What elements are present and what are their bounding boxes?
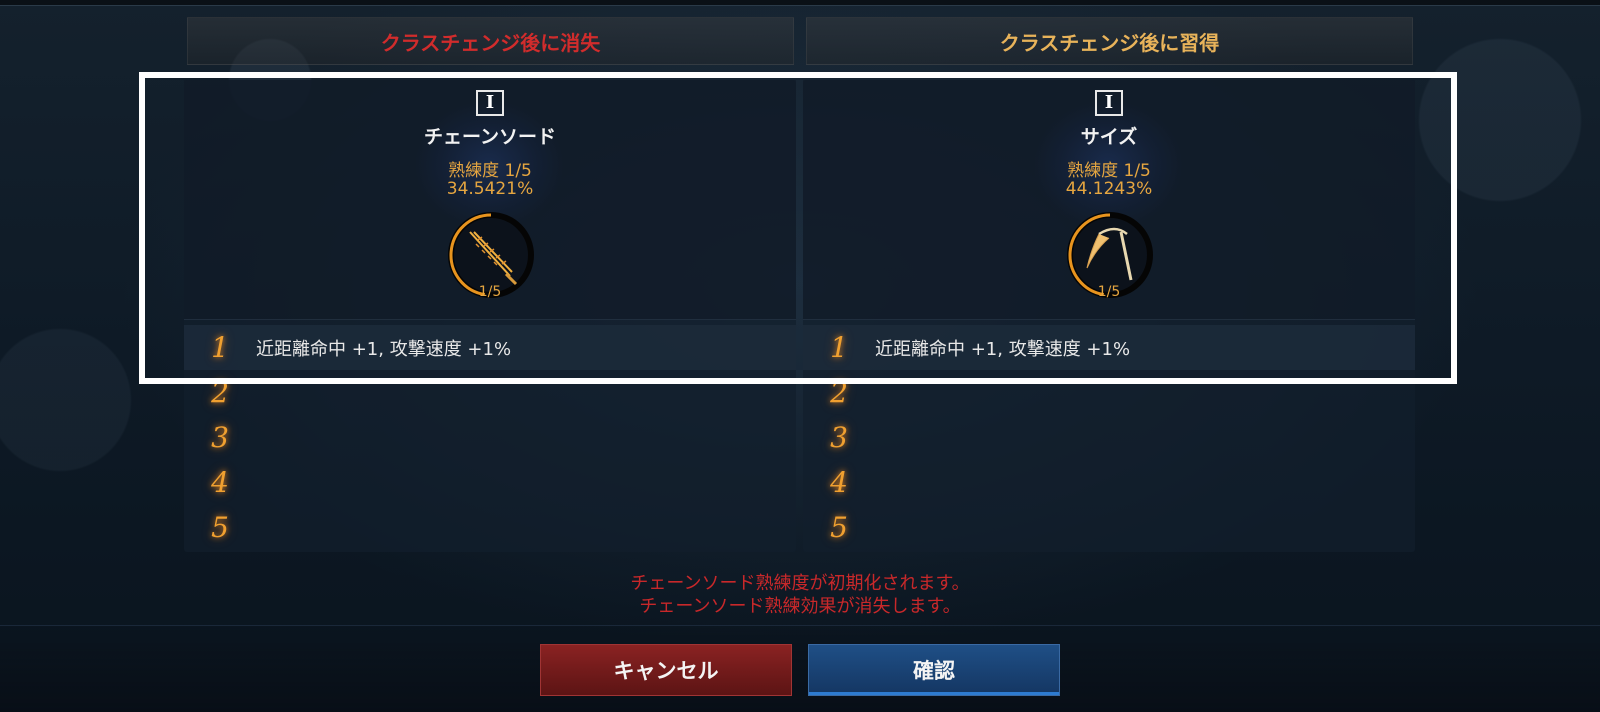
effect-row: 5	[184, 505, 796, 550]
tier-badge: I	[476, 90, 504, 116]
ring-level-label: 1/5	[1097, 284, 1121, 300]
effect-level-number: 4	[830, 466, 848, 499]
effect-level-number: 2	[211, 376, 229, 409]
proficiency-percent: 34.5421%	[446, 179, 534, 199]
effect-row: 4	[184, 460, 796, 505]
effect-list: 1 近距離命中 +1, 攻撃速度 +1% 2 3 4 5	[803, 325, 1415, 550]
effect-level-number: 4	[211, 466, 229, 499]
effect-row: 5	[803, 505, 1415, 550]
effect-list: 1 近距離命中 +1, 攻撃速度 +1% 2 3 4 5	[184, 325, 796, 550]
effect-text: 近距離命中 +1, 攻撃速度 +1%	[875, 338, 1131, 360]
effect-row: 3	[184, 415, 796, 460]
bottom-bar	[0, 625, 1600, 712]
weapon-info-box: I サイズ 熟練度 1/5 44.1243% 1/5	[803, 80, 1415, 320]
gained-after-change-header: クラスチェンジ後に習得	[806, 17, 1413, 65]
effect-row: 1 近距離命中 +1, 攻撃速度 +1%	[803, 325, 1415, 370]
proficiency-percent: 44.1243%	[1065, 179, 1153, 199]
effect-level-number: 3	[211, 421, 229, 454]
tier-badge: I	[1095, 90, 1123, 116]
weapon-name: サイズ	[1080, 126, 1138, 148]
ring-level-label: 1/5	[478, 284, 502, 300]
top-edge	[0, 0, 1600, 6]
gained-weapon-panel: I サイズ 熟練度 1/5 44.1243% 1/5 1 近距離命中 +1, 攻…	[803, 80, 1415, 552]
effect-level-number: 3	[830, 421, 848, 454]
effect-level-number: 5	[211, 511, 229, 544]
effect-level-number: 2	[830, 376, 848, 409]
proficiency-level: 熟練度 1/5	[1067, 161, 1151, 181]
effect-level-number: 1	[830, 331, 848, 364]
proficiency-level: 熟練度 1/5	[448, 161, 532, 181]
effect-text: 近距離命中 +1, 攻撃速度 +1%	[256, 338, 512, 360]
effect-row: 1 近距離命中 +1, 攻撃速度 +1%	[184, 325, 796, 370]
effect-row: 4	[803, 460, 1415, 505]
cancel-button[interactable]: キャンセル	[540, 644, 792, 696]
confirm-button[interactable]: 確認	[808, 644, 1060, 696]
class-change-screen: クラスチェンジ後に消失 クラスチェンジ後に習得 I チェーンソード 熟練度 1/…	[0, 0, 1600, 712]
effect-level-number: 1	[211, 331, 229, 364]
weapon-info-box: I チェーンソード 熟練度 1/5 34.5421% 1/5	[184, 80, 796, 320]
weapon-name: チェーンソード	[423, 126, 557, 148]
effect-row: 3	[803, 415, 1415, 460]
lost-after-change-header: クラスチェンジ後に消失	[187, 17, 794, 65]
warning-text-line2: チェーンソード熟練効果が消失します。	[639, 596, 961, 617]
effect-level-number: 5	[830, 511, 848, 544]
effect-row: 2	[803, 370, 1415, 415]
lost-weapon-panel: I チェーンソード 熟練度 1/5 34.5421% 1/5 1 近距離命中 +…	[184, 80, 796, 552]
effect-row: 2	[184, 370, 796, 415]
